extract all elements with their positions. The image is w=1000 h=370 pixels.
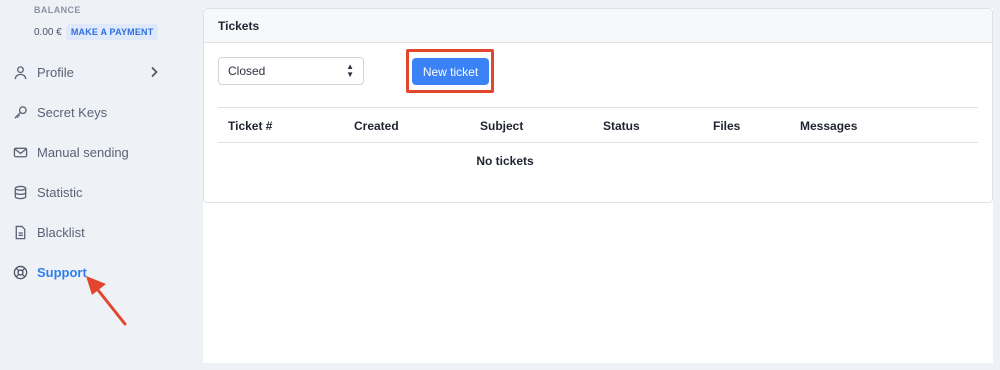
sidebar-item-label: Manual sending — [37, 144, 129, 160]
envelope-icon — [12, 144, 28, 160]
tickets-table-header: Ticket # Created Subject Status Files Me… — [218, 107, 978, 143]
sidebar-item-statistic[interactable]: Statistic — [12, 180, 182, 204]
tickets-table: Ticket # Created Subject Status Files Me… — [218, 107, 978, 179]
empty-message: No tickets — [476, 154, 534, 168]
column-header-files[interactable]: Files — [713, 119, 740, 133]
column-header-status[interactable]: Status — [603, 119, 640, 133]
sidebar-item-blacklist[interactable]: Blacklist — [12, 220, 182, 244]
sidebar: BALANCE 0.00 € MAKE A PAYMENT Profile Se… — [0, 0, 200, 370]
lifebuoy-icon — [12, 264, 28, 280]
empty-table-row: No tickets — [218, 143, 978, 179]
sidebar-item-secret-keys[interactable]: Secret Keys — [12, 100, 182, 124]
column-header-messages[interactable]: Messages — [800, 119, 857, 133]
ticket-status-select[interactable]: Closed ▲ ▼ — [218, 57, 364, 85]
document-icon — [12, 224, 28, 240]
database-icon — [12, 184, 28, 200]
sidebar-item-label: Statistic — [37, 184, 83, 200]
column-header-subject[interactable]: Subject — [480, 119, 523, 133]
status-select-value: Closed — [228, 64, 266, 78]
select-arrows-icon: ▲ ▼ — [346, 62, 354, 79]
annotation-arrow — [86, 276, 127, 326]
sidebar-item-label: Blacklist — [37, 224, 85, 240]
app-root: BALANCE 0.00 € MAKE A PAYMENT Profile Se… — [0, 0, 1000, 370]
tickets-card: Tickets Closed ▲ ▼ New ticket Ticket # Cr… — [203, 8, 993, 203]
sidebar-item-profile[interactable]: Profile — [12, 60, 182, 84]
sidebar-item-label: Secret Keys — [37, 104, 108, 120]
user-icon — [12, 64, 28, 80]
sidebar-item-manual-sending[interactable]: Manual sending — [12, 140, 182, 164]
make-payment-button[interactable]: MAKE A PAYMENT — [65, 24, 159, 40]
column-header-created[interactable]: Created — [354, 119, 399, 133]
new-ticket-button[interactable]: New ticket — [412, 58, 489, 85]
sidebar-item-label: Profile — [37, 64, 74, 80]
tickets-card-title: Tickets — [204, 9, 992, 43]
balance-row: 0.00 € MAKE A PAYMENT — [34, 24, 159, 40]
column-header-ticket-number[interactable]: Ticket # — [228, 119, 272, 133]
balance-label: BALANCE — [34, 5, 81, 15]
balance-amount: 0.00 € — [34, 26, 62, 38]
chevron-right-icon — [151, 66, 158, 78]
key-icon — [12, 104, 28, 120]
